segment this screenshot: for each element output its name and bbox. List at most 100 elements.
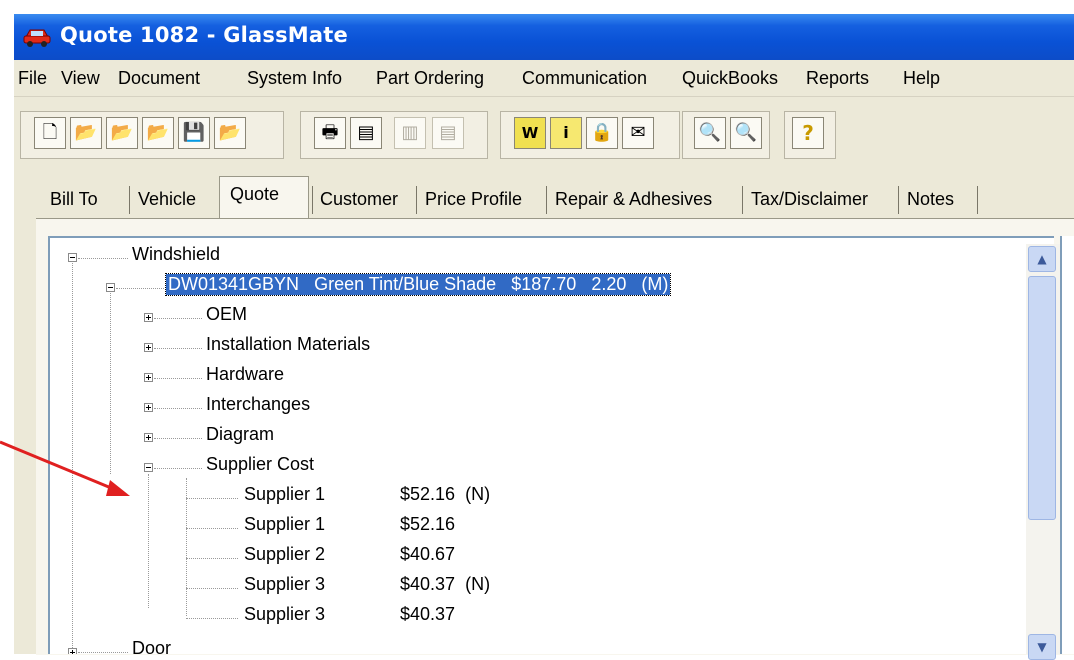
open-folder-icon[interactable]: 📂 bbox=[70, 117, 102, 149]
expand-diagram-toggle[interactable] bbox=[144, 433, 153, 442]
supplier-cost-value: $52.16 (N) bbox=[400, 484, 490, 505]
menu-system-info[interactable]: System Info bbox=[247, 68, 342, 89]
tree-connector bbox=[154, 438, 202, 440]
supplier-cost: $40.67 bbox=[400, 544, 456, 564]
menu-part-ordering[interactable]: Part Ordering bbox=[376, 68, 484, 89]
menu-document[interactable]: Document bbox=[118, 68, 200, 89]
tab-separator bbox=[546, 186, 547, 214]
scroll-thumb[interactable] bbox=[1028, 276, 1056, 520]
tree-node-supplier[interactable]: Supplier 3 bbox=[244, 604, 325, 625]
word-doc-icon[interactable]: W bbox=[514, 117, 546, 149]
collapse-part-toggle[interactable] bbox=[106, 283, 115, 292]
quote-tree-view[interactable]: Windshield DW01341GBYN Green Tint/Blue S… bbox=[48, 236, 1054, 654]
tree-node-hardware[interactable]: Hardware bbox=[206, 364, 284, 385]
report-disabled-icon: ▤ bbox=[432, 117, 464, 149]
expand-interchanges-toggle[interactable] bbox=[144, 403, 153, 412]
mailbox-icon[interactable]: ✉ bbox=[622, 117, 654, 149]
magnifier-icon[interactable]: 🔍 bbox=[730, 117, 762, 149]
tree-node-diagram[interactable]: Diagram bbox=[206, 424, 274, 445]
part-description: Green Tint/Blue Shade bbox=[314, 274, 497, 294]
open-folder-alt-icon[interactable]: 📂 bbox=[106, 117, 138, 149]
scroll-down-button[interactable]: ▼ bbox=[1028, 634, 1056, 660]
supplier-cost-value: $40.67 bbox=[400, 544, 465, 565]
tree-scrollbar[interactable]: ▲ ▼ bbox=[1026, 244, 1060, 660]
new-document-icon[interactable]: 🗋 bbox=[34, 117, 66, 149]
tree-connector bbox=[186, 618, 238, 620]
tree-node-windshield[interactable]: Windshield bbox=[132, 244, 220, 265]
tree-connector bbox=[186, 588, 238, 590]
tree-node-part-selected[interactable]: DW01341GBYN Green Tint/Blue Shade $187.7… bbox=[164, 273, 672, 296]
lock-icon[interactable]: 🔒 bbox=[586, 117, 618, 149]
tree-node-door[interactable]: Door bbox=[132, 638, 171, 654]
tab-separator bbox=[312, 186, 313, 214]
tree-node-supplier[interactable]: Supplier 2 bbox=[244, 544, 325, 565]
tab-separator bbox=[898, 186, 899, 214]
car-app-icon bbox=[23, 29, 51, 47]
tab-bill-to[interactable]: Bill To bbox=[50, 182, 98, 216]
tree-node-supplier[interactable]: Supplier 1 bbox=[244, 484, 325, 505]
menu-reports[interactable]: Reports bbox=[806, 68, 869, 89]
tree-connector bbox=[186, 498, 238, 500]
tab-tax-disclaimer[interactable]: Tax/Disclaimer bbox=[751, 182, 868, 216]
tab-vehicle[interactable]: Vehicle bbox=[138, 182, 196, 216]
supplier-cost-value: $52.16 bbox=[400, 514, 465, 535]
search-list-icon[interactable]: 🔍 bbox=[694, 117, 726, 149]
details-panel-edge bbox=[1060, 236, 1074, 654]
print-icon[interactable]: 🖶 bbox=[314, 117, 346, 149]
expand-hardware-toggle[interactable] bbox=[144, 373, 153, 382]
tree-connector bbox=[116, 288, 164, 290]
tree-guide-line bbox=[72, 260, 74, 654]
save-icon[interactable]: 💾 bbox=[178, 117, 210, 149]
supplier-flag: (N) bbox=[465, 484, 491, 504]
collapse-windshield-toggle[interactable] bbox=[68, 253, 77, 262]
expand-installation-materials-toggle[interactable] bbox=[144, 343, 153, 352]
tree-connector bbox=[154, 318, 202, 320]
tab-separator bbox=[742, 186, 743, 214]
tree-node-supplier[interactable]: Supplier 3 bbox=[244, 574, 325, 595]
toolbar: 🗋 📂 📂 📂 💾 📂 🖶 ▤ ▥ ▤ W i 🔒 ✉ 🔍 🔍 ? bbox=[14, 97, 1074, 169]
tree-connector bbox=[78, 258, 128, 260]
tab-repair-adhesives[interactable]: Repair & Adhesives bbox=[555, 182, 712, 216]
form-icon[interactable]: ▤ bbox=[350, 117, 382, 149]
menu-communication[interactable]: Communication bbox=[522, 68, 647, 89]
fax-disabled-icon: ▥ bbox=[394, 117, 426, 149]
tree-node-oem[interactable]: OEM bbox=[206, 304, 247, 325]
open-folder-green-icon[interactable]: 📂 bbox=[142, 117, 174, 149]
supplier-name: Supplier 1 bbox=[244, 484, 326, 504]
supplier-name: Supplier 3 bbox=[244, 574, 326, 594]
tree-connector bbox=[154, 348, 202, 350]
open-save-icon[interactable]: 📂 bbox=[214, 117, 246, 149]
supplier-cost: $52.16 bbox=[400, 484, 456, 504]
tree-node-supplier-cost[interactable]: Supplier Cost bbox=[206, 454, 314, 475]
menu-view[interactable]: View bbox=[61, 68, 100, 89]
expand-door-toggle[interactable] bbox=[68, 648, 77, 654]
part-hours: 2.20 bbox=[591, 274, 627, 294]
tree-node-installation-materials[interactable]: Installation Materials bbox=[206, 334, 370, 355]
tree-node-supplier[interactable]: Supplier 1 bbox=[244, 514, 325, 535]
supplier-cost: $52.16 bbox=[400, 514, 456, 534]
tab-quote[interactable]: Quote bbox=[230, 177, 279, 211]
supplier-name: Supplier 3 bbox=[244, 604, 326, 624]
tree-connector bbox=[186, 528, 238, 530]
info-icon[interactable]: i bbox=[550, 117, 582, 149]
menu-file[interactable]: File bbox=[18, 68, 47, 89]
part-number: DW01341GBYN bbox=[168, 274, 300, 294]
tab-notes[interactable]: Notes bbox=[907, 182, 954, 216]
tree-node-interchanges[interactable]: Interchanges bbox=[206, 394, 310, 415]
supplier-flag: (N) bbox=[465, 574, 491, 594]
tree-connector bbox=[186, 558, 238, 560]
supplier-cost-value: $40.37 (N) bbox=[400, 574, 490, 595]
part-price: $187.70 bbox=[511, 274, 577, 294]
menu-help[interactable]: Help bbox=[903, 68, 940, 89]
supplier-name: Supplier 1 bbox=[244, 514, 326, 534]
expand-oem-toggle[interactable] bbox=[144, 313, 153, 322]
scroll-up-button[interactable]: ▲ bbox=[1028, 246, 1056, 272]
title-bar[interactable]: Quote 1082 - GlassMate bbox=[14, 14, 1074, 60]
tab-separator bbox=[129, 186, 130, 214]
supplier-cost: $40.37 bbox=[400, 604, 456, 624]
help-icon[interactable]: ? bbox=[792, 117, 824, 149]
tab-customer[interactable]: Customer bbox=[320, 182, 398, 216]
collapse-supplier-cost-toggle[interactable] bbox=[144, 463, 153, 472]
menu-quickbooks[interactable]: QuickBooks bbox=[682, 68, 778, 89]
tab-price-profile[interactable]: Price Profile bbox=[425, 182, 522, 216]
